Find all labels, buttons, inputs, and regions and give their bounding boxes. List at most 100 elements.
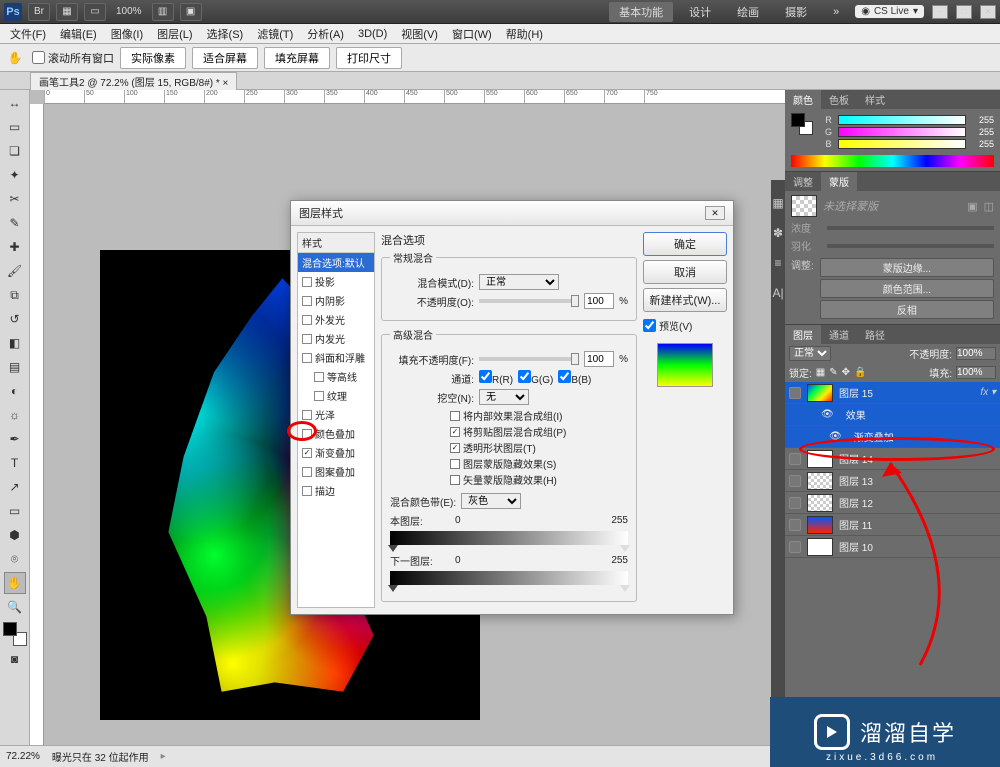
menu-file[interactable]: 文件(F) <box>4 24 52 44</box>
style-color-overlay[interactable]: 颜色叠加 <box>298 424 374 443</box>
lock-paint-icon[interactable]: ✎ <box>829 367 837 378</box>
fill-screen-button[interactable]: 填充屏幕 <box>264 47 330 69</box>
under-layer-band[interactable] <box>390 571 628 585</box>
workspace-basic[interactable]: 基本功能 <box>609 2 673 22</box>
blend-clipped-check[interactable]: ✓将剪贴图层混合成组(P) <box>450 424 628 439</box>
move-tool-icon[interactable]: ↔ <box>4 92 26 114</box>
ribbon-history-icon[interactable]: ≡ <box>774 256 781 270</box>
fx-badge[interactable]: fx ▾ <box>980 387 996 398</box>
style-stroke[interactable]: 描边 <box>298 481 374 500</box>
ribbon-brush-icon[interactable]: ✽ <box>773 226 783 240</box>
density-slider[interactable] <box>827 226 994 230</box>
shape-tool-icon[interactable]: ▭ <box>4 500 26 522</box>
layer-thumb[interactable] <box>807 494 833 512</box>
ribbon-swatch-icon[interactable]: ▦ <box>772 196 783 210</box>
tab-style[interactable]: 样式 <box>857 90 893 109</box>
heal-tool-icon[interactable]: ✚ <box>4 236 26 258</box>
close-button[interactable]: ✕ <box>980 5 996 19</box>
opacity-value[interactable] <box>584 293 614 309</box>
menu-view[interactable]: 视图(V) <box>395 24 444 44</box>
color-swatch[interactable] <box>791 113 813 135</box>
transparency-shapes-check[interactable]: ✓透明形状图层(T) <box>450 440 628 455</box>
vector-mask-icon[interactable]: ◫ <box>984 200 994 213</box>
style-contour[interactable]: 等高线 <box>298 367 374 386</box>
bridge-icon[interactable]: Br <box>28 3 50 21</box>
layer-thumb[interactable] <box>807 384 833 402</box>
blend-interior-check[interactable]: 将内部效果混合成组(I) <box>450 408 628 423</box>
tab-layers[interactable]: 图层 <box>785 325 821 344</box>
layer-row[interactable]: 图层 15fx ▾ <box>785 382 1000 404</box>
style-texture[interactable]: 纹理 <box>298 386 374 405</box>
mask-thumb[interactable] <box>791 195 817 217</box>
blend-mode-select[interactable]: 正常 <box>479 274 559 290</box>
hand-tool-icon-2[interactable]: ✋ <box>4 572 26 594</box>
g-value[interactable]: 255 <box>970 127 994 137</box>
opacity-slider[interactable] <box>479 299 579 303</box>
style-bevel[interactable]: 斜面和浮雕 <box>298 348 374 367</box>
dialog-close-icon[interactable]: ✕ <box>705 206 725 220</box>
style-inner-shadow[interactable]: 内阴影 <box>298 291 374 310</box>
menu-help[interactable]: 帮助(H) <box>500 24 549 44</box>
visibility-icon[interactable] <box>789 519 801 531</box>
style-list-header[interactable]: 样式 <box>298 233 374 253</box>
marquee-tool-icon[interactable]: ▭ <box>4 116 26 138</box>
style-outer-glow[interactable]: 外发光 <box>298 310 374 329</box>
r-value[interactable]: 255 <box>970 115 994 125</box>
workspace-more-icon[interactable]: » <box>823 4 849 20</box>
menu-filter[interactable]: 滤镜(T) <box>251 24 299 44</box>
new-style-button[interactable]: 新建样式(W)... <box>643 288 727 312</box>
menu-window[interactable]: 窗口(W) <box>446 24 498 44</box>
blend-if-select[interactable]: 灰色 <box>461 493 521 509</box>
visibility-icon[interactable] <box>789 541 801 553</box>
fill-opacity-slider[interactable] <box>479 357 579 361</box>
style-drop-shadow[interactable]: 投影 <box>298 272 374 291</box>
layer-fx-item[interactable]: 👁渐变叠加 <box>785 426 1000 448</box>
minimize-button[interactable]: – <box>932 5 948 19</box>
mask-edge-button[interactable]: 蒙版边缘... <box>820 258 994 277</box>
menu-3d[interactable]: 3D(D) <box>352 26 393 42</box>
tab-paths[interactable]: 路径 <box>857 325 893 344</box>
layer-row[interactable]: 图层 14 <box>785 448 1000 470</box>
blend-mode-select[interactable]: 正常 <box>789 346 831 361</box>
eraser-tool-icon[interactable]: ◧ <box>4 332 26 354</box>
visibility-icon[interactable] <box>789 497 801 509</box>
layer-row[interactable]: 图层 13 <box>785 470 1000 492</box>
layer-thumb[interactable] <box>807 516 833 534</box>
fg-bg-swatch[interactable] <box>3 622 27 646</box>
history-brush-icon[interactable]: ↺ <box>4 308 26 330</box>
layer-thumb[interactable] <box>807 472 833 490</box>
hand-tool-icon[interactable]: ✋ <box>4 47 26 69</box>
cslive-button[interactable]: ◉CS Live▾ <box>855 5 924 18</box>
tab-channels[interactable]: 通道 <box>821 325 857 344</box>
3d-tool-icon[interactable]: ⬢ <box>4 524 26 546</box>
fill-opacity-value[interactable] <box>584 351 614 367</box>
cancel-button[interactable]: 取消 <box>643 260 727 284</box>
screen-mode-icon[interactable]: ▣ <box>180 3 202 21</box>
workspace-design[interactable]: 设计 <box>679 2 721 22</box>
menu-image[interactable]: 图像(I) <box>105 24 149 44</box>
menu-analysis[interactable]: 分析(A) <box>301 24 350 44</box>
layer-mask-hide-check[interactable]: 图层蒙版隐藏效果(S) <box>450 456 628 471</box>
b-slider[interactable] <box>838 139 966 149</box>
visibility-icon[interactable] <box>789 453 801 465</box>
menu-layer[interactable]: 图层(L) <box>151 24 198 44</box>
blur-tool-icon[interactable]: ◐ <box>4 380 26 402</box>
pen-tool-icon[interactable]: ✒ <box>4 428 26 450</box>
stamp-tool-icon[interactable]: ⧉ <box>4 284 26 306</box>
eyedropper-tool-icon[interactable]: ✎ <box>4 212 26 234</box>
invert-button[interactable]: 反相 <box>820 300 994 319</box>
layer-thumb[interactable] <box>807 538 833 556</box>
path-tool-icon[interactable]: ↗ <box>4 476 26 498</box>
knockout-select[interactable]: 无 <box>479 389 529 405</box>
preview-check[interactable]: 预览(V) <box>643 318 727 333</box>
channel-r-check[interactable]: R(R) <box>479 370 513 386</box>
maximize-button[interactable]: □ <box>956 5 972 19</box>
fit-screen-button[interactable]: 适合屏幕 <box>192 47 258 69</box>
gradient-tool-icon[interactable]: ▤ <box>4 356 26 378</box>
feather-slider[interactable] <box>827 244 994 248</box>
r-slider[interactable] <box>838 115 966 125</box>
b-value[interactable]: 255 <box>970 139 994 149</box>
lock-move-icon[interactable]: ✥ <box>842 367 850 378</box>
brush-tool-icon[interactable]: 🖌 <box>4 260 26 282</box>
tab-color[interactable]: 颜色 <box>785 90 821 109</box>
